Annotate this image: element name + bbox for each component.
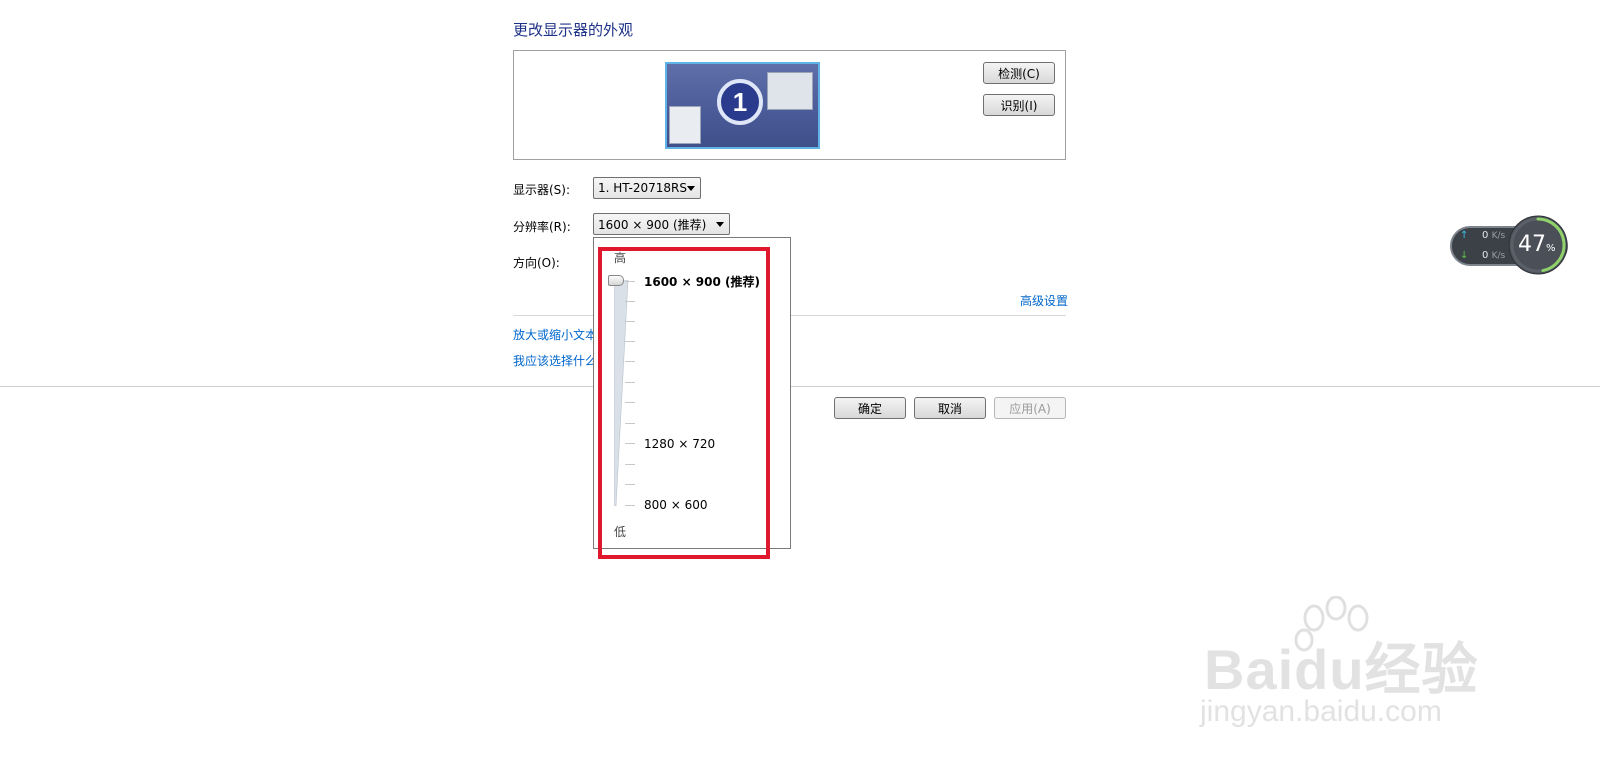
monitor-1-thumbnail[interactable]: 1	[665, 62, 820, 149]
footer-divider	[0, 386, 1600, 387]
cancel-button[interactable]: 取消	[914, 397, 986, 419]
display-select[interactable]: 1. HT-20718RS	[593, 177, 701, 199]
orientation-label: 方向(O):	[513, 256, 560, 270]
resolution-select[interactable]: 1600 × 900 (推荐)	[593, 213, 730, 235]
text-size-link[interactable]: 放大或缩小文本	[513, 326, 597, 343]
identify-button[interactable]: 识别(I)	[983, 94, 1055, 116]
resolution-label: 分辨率(R):	[513, 220, 571, 234]
memory-usage-percent: 47%	[1518, 232, 1556, 257]
page-title: 更改显示器的外观	[513, 21, 634, 39]
resolution-select-value: 1600 × 900 (推荐)	[598, 217, 707, 232]
display-select-value: 1. HT-20718RS	[598, 181, 687, 195]
thumbnail-window-icon	[767, 72, 813, 110]
download-arrow-icon: ↓	[1460, 250, 1469, 261]
apply-button: 应用(A)	[994, 397, 1066, 419]
chevron-down-icon	[687, 186, 695, 191]
monitor-number-badge: 1	[717, 79, 763, 125]
upload-arrow-icon: ↑	[1460, 230, 1469, 241]
chevron-down-icon	[716, 222, 724, 227]
upload-speed: 0 K/s	[1482, 230, 1506, 241]
advanced-settings-link[interactable]: 高级设置	[1020, 292, 1068, 309]
ok-button[interactable]: 确定	[834, 397, 906, 419]
annotation-highlight-box	[598, 247, 770, 559]
download-speed: 0 K/s	[1482, 250, 1506, 261]
which-settings-link[interactable]: 我应该选择什么	[513, 352, 597, 369]
display-label: 显示器(S):	[513, 183, 571, 197]
watermark-url: jingyan.baidu.com	[1200, 695, 1442, 728]
detect-button[interactable]: 检测(C)	[983, 62, 1055, 84]
thumbnail-window-icon	[669, 106, 701, 144]
watermark-brand: Baidu经验	[1204, 638, 1479, 701]
